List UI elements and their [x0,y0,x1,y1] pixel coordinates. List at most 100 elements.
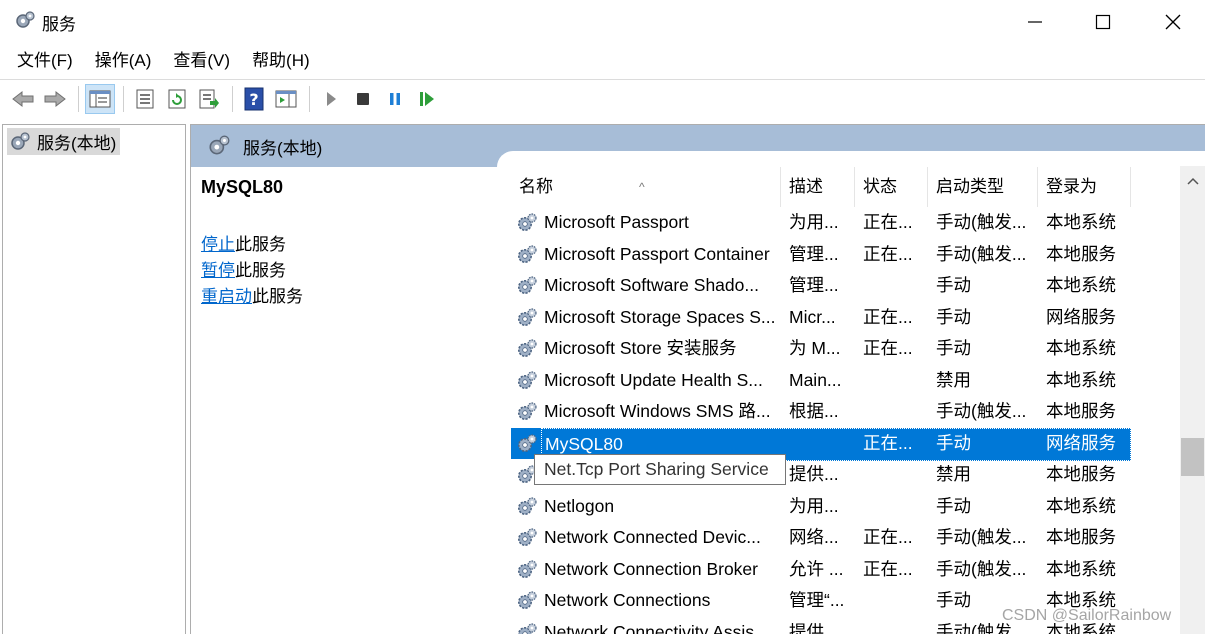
table-row[interactable]: Microsoft Update Health S... Main... 禁用 本地系… [511,365,1131,397]
minimize-icon [1028,21,1042,23]
action-stop: 停止此服务 [201,232,303,258]
service-description: 为 M... [789,338,841,358]
forward-button[interactable] [40,84,70,114]
help-button[interactable]: ? [239,84,269,114]
service-status: 正在... [863,243,913,264]
selected-service-title: MySQL80 [201,177,284,197]
console-tree-button[interactable] [85,83,115,114]
service-gear-icon [518,339,537,357]
service-actions: 停止此服务 暂停此服务 重启动此服务 [201,232,303,310]
service-logon-as: 本地系统 [1046,338,1116,358]
menu-action[interactable]: 操作(A) [84,44,163,78]
service-startup-type: 禁用 [936,464,971,484]
scroll-up-button[interactable] [1180,166,1205,196]
table-row[interactable]: Microsoft Software Shado... 管理... 手动 本地系统 [511,270,1131,302]
service-logon-as: 本地系统 [1046,275,1116,295]
table-row[interactable]: Microsoft Windows SMS 路... 根据... 手动(触发... 本… [511,396,1131,428]
service-gear-icon [518,528,537,546]
start-service-button[interactable] [316,84,346,114]
menu-view[interactable]: 查看(V) [162,44,241,78]
toolbar-separator [78,85,79,112]
services-list: 名称 ^ 描述 状态 启动类型 登录为 Microsoft Passport 为用… [511,167,1131,634]
stop-service-link[interactable]: 停止 [201,235,235,254]
service-description: 为用... [789,212,839,232]
toolbar-separator [309,85,310,112]
vertical-scrollbar[interactable] [1180,166,1205,634]
service-logon-as: 本地服务 [1046,401,1116,421]
service-logon-as: 本地系统 [1046,558,1116,579]
close-button[interactable] [1138,0,1205,44]
service-name-tooltip: Net.Tcp Port Sharing Service [534,454,786,485]
refresh-button[interactable] [162,84,192,114]
column-header-label: 名称 [519,177,553,196]
column-header-name[interactable]: 名称 ^ [511,167,781,207]
service-status: 正在... [863,338,913,358]
table-row[interactable]: Microsoft Passport Container 管理... 正在... 手动… [511,239,1131,271]
service-status: 正在... [863,558,913,579]
stop-service-button[interactable] [348,84,378,114]
scroll-thumb[interactable] [1181,438,1204,476]
column-header-status[interactable]: 状态 [855,167,928,207]
service-logon-as: 网络服务 [1046,432,1116,453]
service-logon-as: 本地服务 [1046,527,1116,547]
service-logon-as: 本地系统 [1046,212,1116,232]
menu-file[interactable]: 文件(F) [6,44,84,78]
pause-service-button[interactable] [380,84,410,114]
service-startup-type: 禁用 [936,369,971,390]
table-row[interactable]: Microsoft Passport 为用... 正在... 手动(触发... 本地系统 [511,207,1131,239]
tree-node-label: 服务(本地) [37,134,117,153]
service-name: Network Connectivity Assis... [544,621,769,634]
restart-service-button[interactable] [412,84,442,114]
service-name: Network Connected Devic... [544,527,761,547]
action-suffix: 此服务 [252,287,303,306]
help-icon: ? [244,87,264,110]
restart-service-link[interactable]: 重启动 [201,287,252,306]
service-description: Micr... [789,306,836,327]
pause-service-link[interactable]: 暂停 [201,261,235,280]
service-description: 提供 ... [789,621,844,634]
show-action-pane-icon [275,90,297,107]
service-status: 正在... [863,306,913,327]
service-startup-type: 手动(触发... [936,401,1027,421]
export-list-button[interactable] [194,84,224,114]
service-name: Network Connections [544,590,711,610]
toolbar-separator [232,85,233,112]
column-header-logon-as[interactable]: 登录为 [1038,167,1131,207]
service-description: 管理... [789,243,839,264]
service-gear-icon [518,276,537,294]
show-action-pane-button[interactable] [271,84,301,114]
service-startup-type: 手动 [936,495,971,516]
service-startup-type: 手动 [936,432,971,453]
service-startup-type: 手动(触发... [936,527,1027,547]
service-startup-type: 手动(触发... [936,558,1027,579]
table-row[interactable]: Netlogon 为用... 手动 本地系统 [511,491,1131,523]
table-row[interactable]: Microsoft Store 安装服务 为 M... 正在... 手动 本地系统 [511,333,1131,365]
column-header-startup-type[interactable]: 启动类型 [928,167,1038,207]
menu-help[interactable]: 帮助(H) [241,44,321,78]
service-name: Microsoft Software Shado... [544,275,759,295]
forward-arrow-icon [44,90,66,107]
table-row[interactable]: Microsoft Storage Spaces S... Micr... 正在..… [511,302,1131,334]
service-description: 网络... [789,527,839,547]
service-description: 根据... [789,401,839,421]
maximize-icon [1095,14,1111,30]
minimize-button[interactable] [1000,0,1070,44]
service-description: 提供... [789,464,839,484]
service-name: Microsoft Passport Container [544,243,770,264]
console-tree-pane: 服务(本地) [2,124,186,634]
table-row[interactable]: Network Connection Broker 允许 ... 正在... 手动(触… [511,554,1131,586]
column-header-description[interactable]: 描述 [781,167,855,207]
service-logon-as: 本地系统 [1046,369,1116,390]
service-gear-icon [518,244,537,263]
maximize-button[interactable] [1068,0,1138,44]
service-startup-type: 手动 [936,338,971,358]
services-pane: 服务(本地) MySQL80 停止此服务 暂停此服务 重启动此服务 名称 ^ 描… [190,124,1205,634]
tree-node-services-local[interactable]: 服务(本地) [7,128,121,155]
table-row[interactable]: Network Connected Devic... 网络... 正在... 手动(触… [511,522,1131,554]
export-list-icon [199,89,219,108]
service-gear-icon [518,559,537,578]
properties-button[interactable] [130,84,160,114]
back-button[interactable] [8,84,38,114]
properties-icon [136,89,154,108]
service-status: 正在... [863,212,913,232]
